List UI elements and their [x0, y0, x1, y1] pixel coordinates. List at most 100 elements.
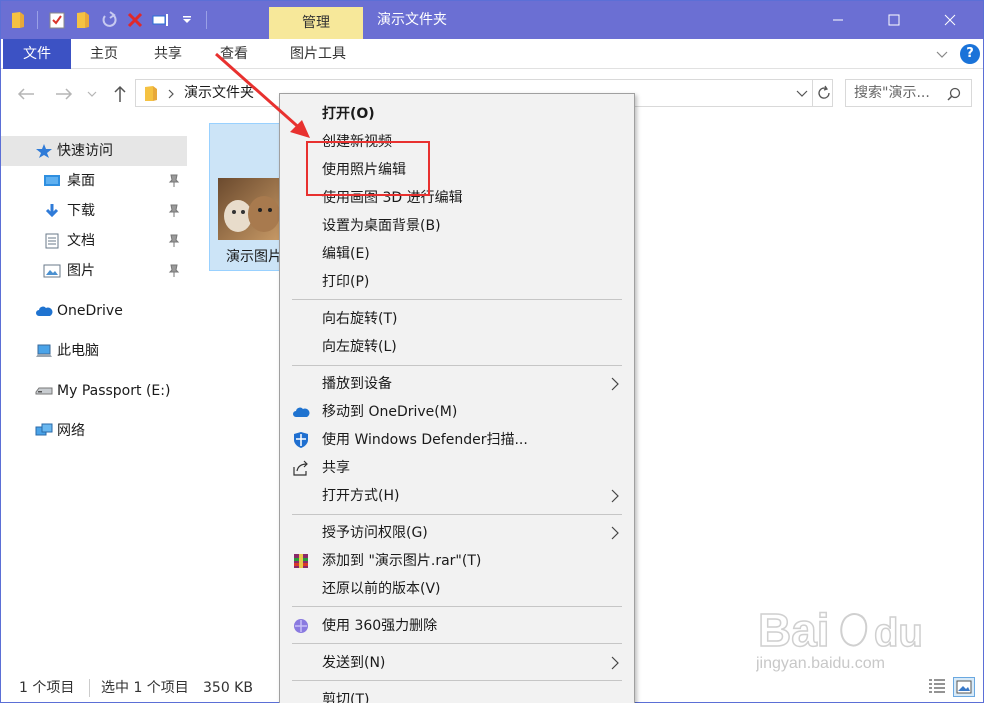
delete-icon[interactable] [124, 9, 146, 31]
computer-icon [36, 344, 52, 357]
menu-item-label: 共享 [322, 460, 350, 476]
customize-dropdown-icon[interactable] [176, 9, 198, 31]
svg-text:du: du [874, 611, 923, 655]
sidebar-item-onedrive[interactable]: OneDrive [1, 296, 187, 326]
document-icon [45, 233, 59, 249]
menu-item-cut[interactable]: 剪切(T) [280, 686, 634, 703]
large-icons-view-button[interactable] [953, 677, 975, 697]
sidebar-item-pictures[interactable]: 图片 [1, 256, 187, 286]
chevron-down-icon [87, 91, 97, 97]
separator [206, 11, 207, 29]
sidebar-item-passport-drive[interactable]: My Passport (E:) [1, 376, 187, 406]
picture-icon [43, 264, 61, 278]
menu-item-open-with[interactable]: 打开方式(H) [280, 482, 634, 510]
menu-item-cast-to-device[interactable]: 播放到设备 [280, 370, 634, 398]
menu-item-rotate-right[interactable]: 向右旋转(T) [280, 305, 634, 333]
360-shredder-icon [294, 619, 308, 633]
sidebar-item-label: 网络 [57, 423, 85, 439]
menu-item-label: 编辑(E) [322, 246, 370, 262]
undo-icon[interactable] [98, 9, 120, 31]
sidebar-item-label: 桌面 [67, 173, 95, 189]
minimize-button[interactable] [813, 1, 863, 39]
up-button[interactable] [109, 83, 131, 105]
search-icon[interactable] [947, 87, 961, 101]
sidebar-item-label: OneDrive [57, 303, 123, 319]
menu-item-label: 使用 360强力删除 [322, 618, 438, 634]
selection-size: 350 KB [203, 680, 253, 696]
item-count: 1 个项目 [19, 680, 75, 696]
menu-item-label: 设置为桌面背景(B) [322, 218, 441, 234]
menu-item-grant-access[interactable]: 授予访问权限(G) [280, 519, 634, 547]
tab-share[interactable]: 共享 [145, 39, 191, 69]
menu-item-share[interactable]: 共享 [280, 454, 634, 482]
maximize-icon [888, 14, 900, 26]
chevron-right-icon [611, 526, 619, 540]
menu-item-print[interactable]: 打印(P) [280, 268, 634, 296]
forward-arrow-icon [56, 88, 73, 100]
annotation-arrow-icon [215, 52, 310, 138]
menu-item-restore-versions[interactable]: 还原以前的版本(V) [280, 575, 634, 603]
menu-item-label: 播放到设备 [322, 376, 392, 392]
sidebar-item-network[interactable]: 网络 [1, 416, 187, 446]
cloud-icon [36, 306, 53, 316]
menu-item-add-to-rar[interactable]: 添加到 "演示图片.rar"(T) [280, 547, 634, 575]
menu-item-label: 剪切(T) [322, 692, 370, 703]
menu-separator [292, 606, 622, 607]
sidebar-item-downloads[interactable]: 下载 [1, 196, 187, 226]
divider [812, 80, 813, 106]
menu-separator [292, 643, 622, 644]
divider [89, 679, 90, 697]
properties-icon[interactable] [46, 9, 68, 31]
ribbon-tabs: 文件 主页 共享 查看 图片工具 ? [1, 39, 983, 69]
sidebar-item-label: My Passport (E:) [57, 383, 171, 399]
maximize-button[interactable] [869, 1, 919, 39]
menu-separator [292, 365, 622, 366]
chevron-right-icon [168, 89, 174, 99]
sidebar-item-desktop[interactable]: 桌面 [1, 166, 187, 196]
menu-item-set-wallpaper[interactable]: 设置为桌面背景(B) [280, 212, 634, 240]
sidebar-item-this-pc[interactable]: 此电脑 [1, 336, 187, 366]
menu-item-label: 打印(P) [322, 274, 370, 290]
back-button[interactable] [15, 83, 37, 105]
sidebar-item-quick-access[interactable]: 快速访问 [1, 136, 187, 166]
menu-item-360-delete[interactable]: 使用 360强力删除 [280, 612, 634, 640]
tab-manage[interactable]: 管理 [269, 7, 363, 39]
menu-item-label: 移动到 OneDrive(M) [322, 404, 458, 420]
tab-file[interactable]: 文件 [3, 39, 71, 69]
pin-icon [168, 174, 180, 188]
image-thumbnail [218, 178, 282, 240]
baidu-jingyan-watermark: Bai du jingyan.baidu.com [756, 603, 924, 672]
expand-ribbon-icon[interactable] [935, 47, 949, 61]
title-bar: 管理 演示文件夹 [1, 1, 983, 39]
details-view-button[interactable] [927, 677, 949, 697]
chevron-right-icon [611, 489, 619, 503]
menu-item-send-to[interactable]: 发送到(N) [280, 649, 634, 677]
menu-item-defender-scan[interactable]: 使用 Windows Defender扫描... [280, 426, 634, 454]
new-folder-icon[interactable] [72, 9, 94, 31]
menu-item-label: 发送到(N) [322, 655, 386, 671]
chevron-down-icon [796, 90, 808, 97]
tab-home[interactable]: 主页 [81, 39, 127, 69]
network-icon [35, 423, 53, 436]
folder-icon[interactable] [7, 9, 29, 31]
recent-dropdown-button[interactable] [85, 83, 99, 105]
menu-item-rotate-left[interactable]: 向左旋转(L) [280, 333, 634, 361]
menu-separator [292, 299, 622, 300]
menu-item-open[interactable]: 打开(O) [280, 100, 634, 128]
menu-item-label: 授予访问权限(G) [322, 525, 428, 541]
forward-button[interactable] [53, 83, 75, 105]
winrar-icon [294, 554, 308, 568]
shield-icon [294, 432, 308, 448]
help-icon[interactable]: ? [960, 44, 980, 64]
menu-item-label: 添加到 "演示图片.rar"(T) [322, 553, 482, 569]
folder-icon [145, 86, 157, 101]
up-arrow-icon [114, 85, 126, 102]
chevron-right-icon [611, 377, 619, 391]
sidebar-item-documents[interactable]: 文档 [1, 226, 187, 256]
menu-item-move-to-onedrive[interactable]: 移动到 OneDrive(M) [280, 398, 634, 426]
file-name: 演示图片 [226, 249, 282, 265]
close-button[interactable] [925, 1, 975, 39]
rename-icon[interactable] [150, 9, 172, 31]
menu-item-edit[interactable]: 编辑(E) [280, 240, 634, 268]
refresh-icon[interactable] [816, 85, 832, 101]
